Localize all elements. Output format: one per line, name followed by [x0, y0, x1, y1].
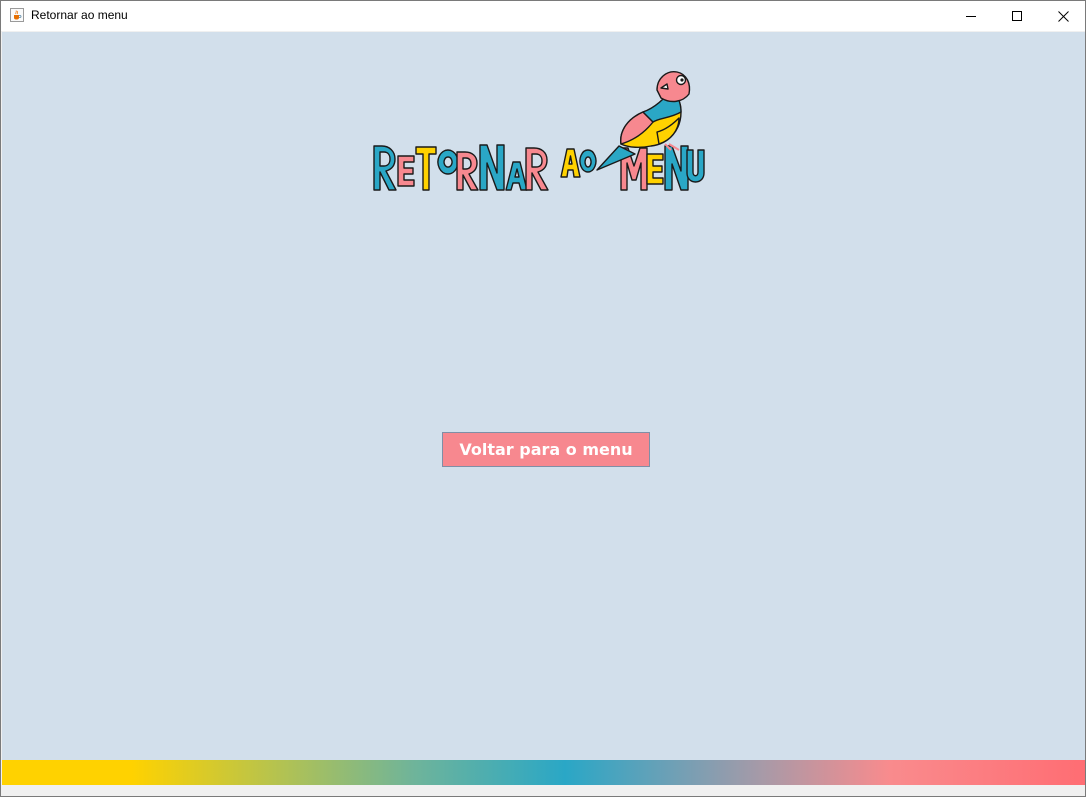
- window-bottom-edge: [2, 785, 1085, 796]
- java-cup-icon: [10, 8, 24, 22]
- window-title: Retornar ao menu: [31, 8, 128, 22]
- maximize-icon: [1012, 11, 1022, 21]
- close-icon: [1057, 10, 1069, 22]
- back-to-menu-button[interactable]: Voltar para o menu: [442, 432, 650, 467]
- maximize-button[interactable]: [994, 1, 1040, 31]
- close-button[interactable]: [1040, 1, 1086, 31]
- minimize-button[interactable]: [948, 1, 994, 31]
- title-bar[interactable]: Retornar ao menu: [1, 1, 1085, 31]
- application-window: Retornar ao menu Voltar para o menu: [0, 0, 1086, 797]
- main-panel: Voltar para o menu: [2, 32, 1085, 760]
- retornar-ao-menu-logo: [373, 71, 705, 191]
- gradient-footer-bar: [2, 760, 1085, 785]
- minimize-icon: [966, 16, 976, 17]
